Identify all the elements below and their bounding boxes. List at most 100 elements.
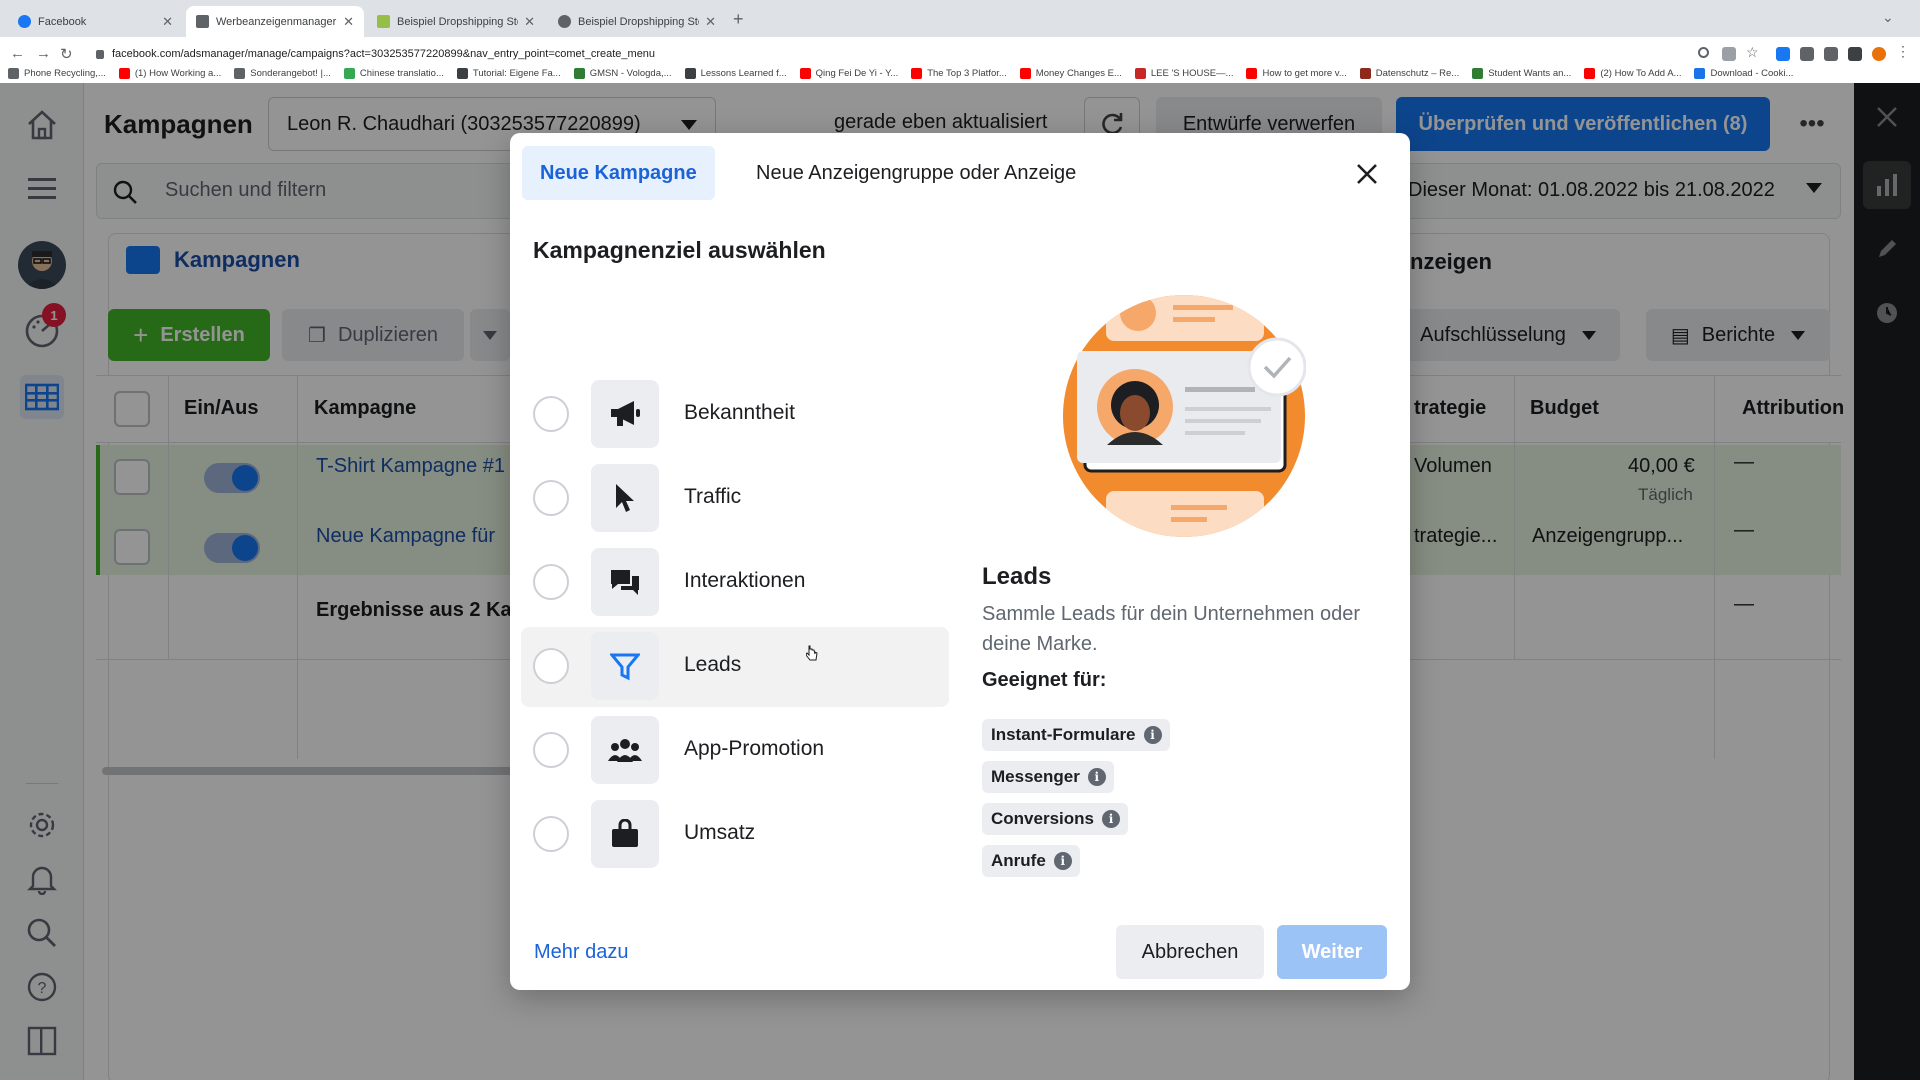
close-tab-icon[interactable]: ✕ [705, 14, 716, 30]
back-arrow-icon[interactable]: ← [10, 45, 25, 62]
youtube-favicon-icon [1246, 67, 1258, 79]
next-button[interactable]: Weiter [1277, 925, 1387, 979]
youtube-favicon-icon [118, 67, 130, 79]
bookmark-item[interactable]: (1) How Working a... [118, 67, 221, 79]
bookmark-item[interactable]: Sonderangebot! |... [234, 67, 331, 79]
radio-button[interactable] [533, 732, 569, 768]
bookmark-item[interactable]: Qing Fei De Yi - Y... [799, 67, 898, 79]
suited-for-label: Geeignet für: [982, 669, 1107, 691]
extensions-puzzle-icon[interactable] [1800, 47, 1814, 61]
objective-option-sales[interactable]: Umsatz [521, 795, 949, 875]
objective-label: Interaktionen [684, 569, 806, 592]
shopify-favicon-icon [377, 15, 390, 28]
forward-arrow-icon[interactable]: → [36, 45, 51, 62]
radio-button[interactable] [533, 648, 569, 684]
objective-label: App-Promotion [684, 737, 825, 760]
info-icon[interactable]: i [1087, 768, 1106, 786]
objective-detail-description: Sammle Leads für dein Unternehmen oder d… [982, 603, 1360, 655]
mouse-pointer-icon [806, 645, 818, 661]
objective-option-awareness[interactable]: Bekanntheit [521, 375, 949, 455]
bookmark-favicon-icon [1359, 67, 1371, 79]
bookmark-item[interactable]: (2) How To Add A... [1584, 67, 1681, 79]
bookmark-item[interactable]: Money Changes E... [1019, 67, 1122, 79]
ads-manager-app: 1 ? Kampagnen Leon R. Chaudhari (3032535… [0, 83, 1920, 1080]
objective-label: Bekanntheit [684, 401, 795, 424]
objective-option-engagement[interactable]: Interaktionen [521, 543, 949, 623]
browser-tab-adsmanager[interactable]: Werbeanzeigenmanager - Wer ✕ [186, 6, 364, 37]
bookmark-item[interactable]: Phone Recycling,... [8, 67, 106, 79]
url-text: facebook.com/adsmanager/manage/campaigns… [112, 48, 656, 60]
radio-button[interactable] [533, 816, 569, 852]
bookmarks-bar: Phone Recycling,... (1) How Working a...… [0, 63, 1920, 83]
browser-tab-store-2[interactable]: Beispiel Dropshipping Store ✕ [548, 6, 726, 37]
objective-label: Umsatz [684, 821, 756, 844]
bookmark-item[interactable]: How to get more v... [1246, 67, 1347, 79]
bookmark-favicon-icon [684, 67, 696, 79]
learn-more-link[interactable]: Mehr dazu [534, 941, 629, 964]
info-icon[interactable]: i [1053, 852, 1072, 870]
bookmark-favicon-icon [573, 67, 585, 79]
browser-tab-store-1[interactable]: Beispiel Dropshipping Store - T ✕ [367, 6, 545, 37]
suited-for-chip: Conversions i [982, 803, 1128, 835]
megaphone-icon [591, 380, 659, 448]
youtube-favicon-icon [799, 67, 811, 79]
browser-tab-title: Werbeanzeigenmanager - Wer [216, 15, 337, 28]
browser-tab-facebook[interactable]: Facebook ✕ [8, 6, 183, 37]
bookmark-favicon-icon [234, 67, 246, 79]
radio-button[interactable] [533, 396, 569, 432]
close-tab-icon[interactable]: ✕ [524, 14, 535, 30]
suited-for-chip: Messenger i [982, 761, 1114, 793]
objective-option-app-promotion[interactable]: App-Promotion [521, 711, 949, 791]
objective-detail-title: Leads [982, 563, 1052, 590]
youtube-favicon-icon [911, 67, 923, 79]
bookmark-item[interactable]: GMSN - Vologda,... [573, 67, 672, 79]
suited-for-chip: Anrufe i [982, 845, 1080, 877]
radio-button[interactable] [533, 480, 569, 516]
bookmark-favicon-icon [8, 67, 19, 79]
browser-menu-icon[interactable]: ⋮ [1896, 43, 1910, 59]
bookmark-item[interactable]: Tutorial: Eigene Fa... [456, 67, 561, 79]
bookmark-item[interactable]: Chinese translatio... [343, 67, 444, 79]
bookmark-item[interactable]: Student Wants an... [1472, 67, 1571, 79]
zoom-icon[interactable] [1698, 47, 1709, 58]
youtube-favicon-icon [1019, 67, 1031, 79]
cancel-button[interactable]: Abbrechen [1116, 925, 1264, 979]
bookmark-favicon-icon [343, 67, 355, 79]
share-icon[interactable] [1722, 47, 1736, 61]
facebook-favicon-icon [18, 15, 31, 28]
tab-search-chevron-icon[interactable]: ⌄ [1882, 9, 1894, 26]
tab-new-adset-or-ad[interactable]: Neue Anzeigengruppe oder Anzeige [738, 146, 1094, 200]
reading-list-icon[interactable] [1824, 47, 1838, 61]
objective-option-leads[interactable]: Leads [521, 627, 949, 707]
info-icon[interactable]: i [1143, 726, 1162, 744]
reload-icon[interactable]: ↻ [60, 45, 73, 63]
objective-option-traffic[interactable]: Traffic [521, 459, 949, 539]
leads-illustration [1063, 295, 1306, 537]
bookmark-favicon-icon [1694, 67, 1706, 79]
bookmark-item[interactable]: Datenschutz – Re... [1359, 67, 1459, 79]
extension-facebook-icon[interactable] [1776, 47, 1790, 61]
sidepanel-icon[interactable] [1848, 47, 1862, 61]
tab-new-campaign[interactable]: Neue Kampagne [522, 146, 715, 200]
url-field[interactable]: facebook.com/adsmanager/manage/campaigns… [96, 43, 1696, 65]
profile-avatar-icon[interactable] [1872, 47, 1886, 61]
radio-button[interactable] [533, 564, 569, 600]
bookmark-item[interactable]: The Top 3 Platfor... [911, 67, 1007, 79]
bookmark-item[interactable]: Download - Cooki... [1694, 67, 1793, 79]
shopping-bag-icon [591, 800, 659, 868]
bookmark-item[interactable]: LEE 'S HOUSE—... [1134, 67, 1233, 79]
bookmark-favicon-icon [1472, 67, 1484, 79]
create-campaign-dialog: Neue Kampagne Neue Anzeigengruppe oder A… [510, 133, 1410, 990]
bookmark-item[interactable]: Lessons Learned f... [684, 67, 787, 79]
close-icon[interactable] [1354, 161, 1380, 187]
cursor-icon [591, 464, 659, 532]
new-tab-icon[interactable]: + [733, 9, 744, 30]
globe-favicon-icon [558, 15, 571, 28]
browser-tab-bar: Facebook ✕ Werbeanzeigenmanager - Wer ✕ … [0, 0, 1920, 37]
people-icon [591, 716, 659, 784]
suited-for-chip: Instant-Formulare i [982, 719, 1170, 751]
close-tab-icon[interactable]: ✕ [343, 14, 354, 30]
info-icon[interactable]: i [1101, 810, 1120, 828]
bookmark-star-icon[interactable]: ☆ [1746, 44, 1760, 60]
close-tab-icon[interactable]: ✕ [162, 14, 173, 30]
